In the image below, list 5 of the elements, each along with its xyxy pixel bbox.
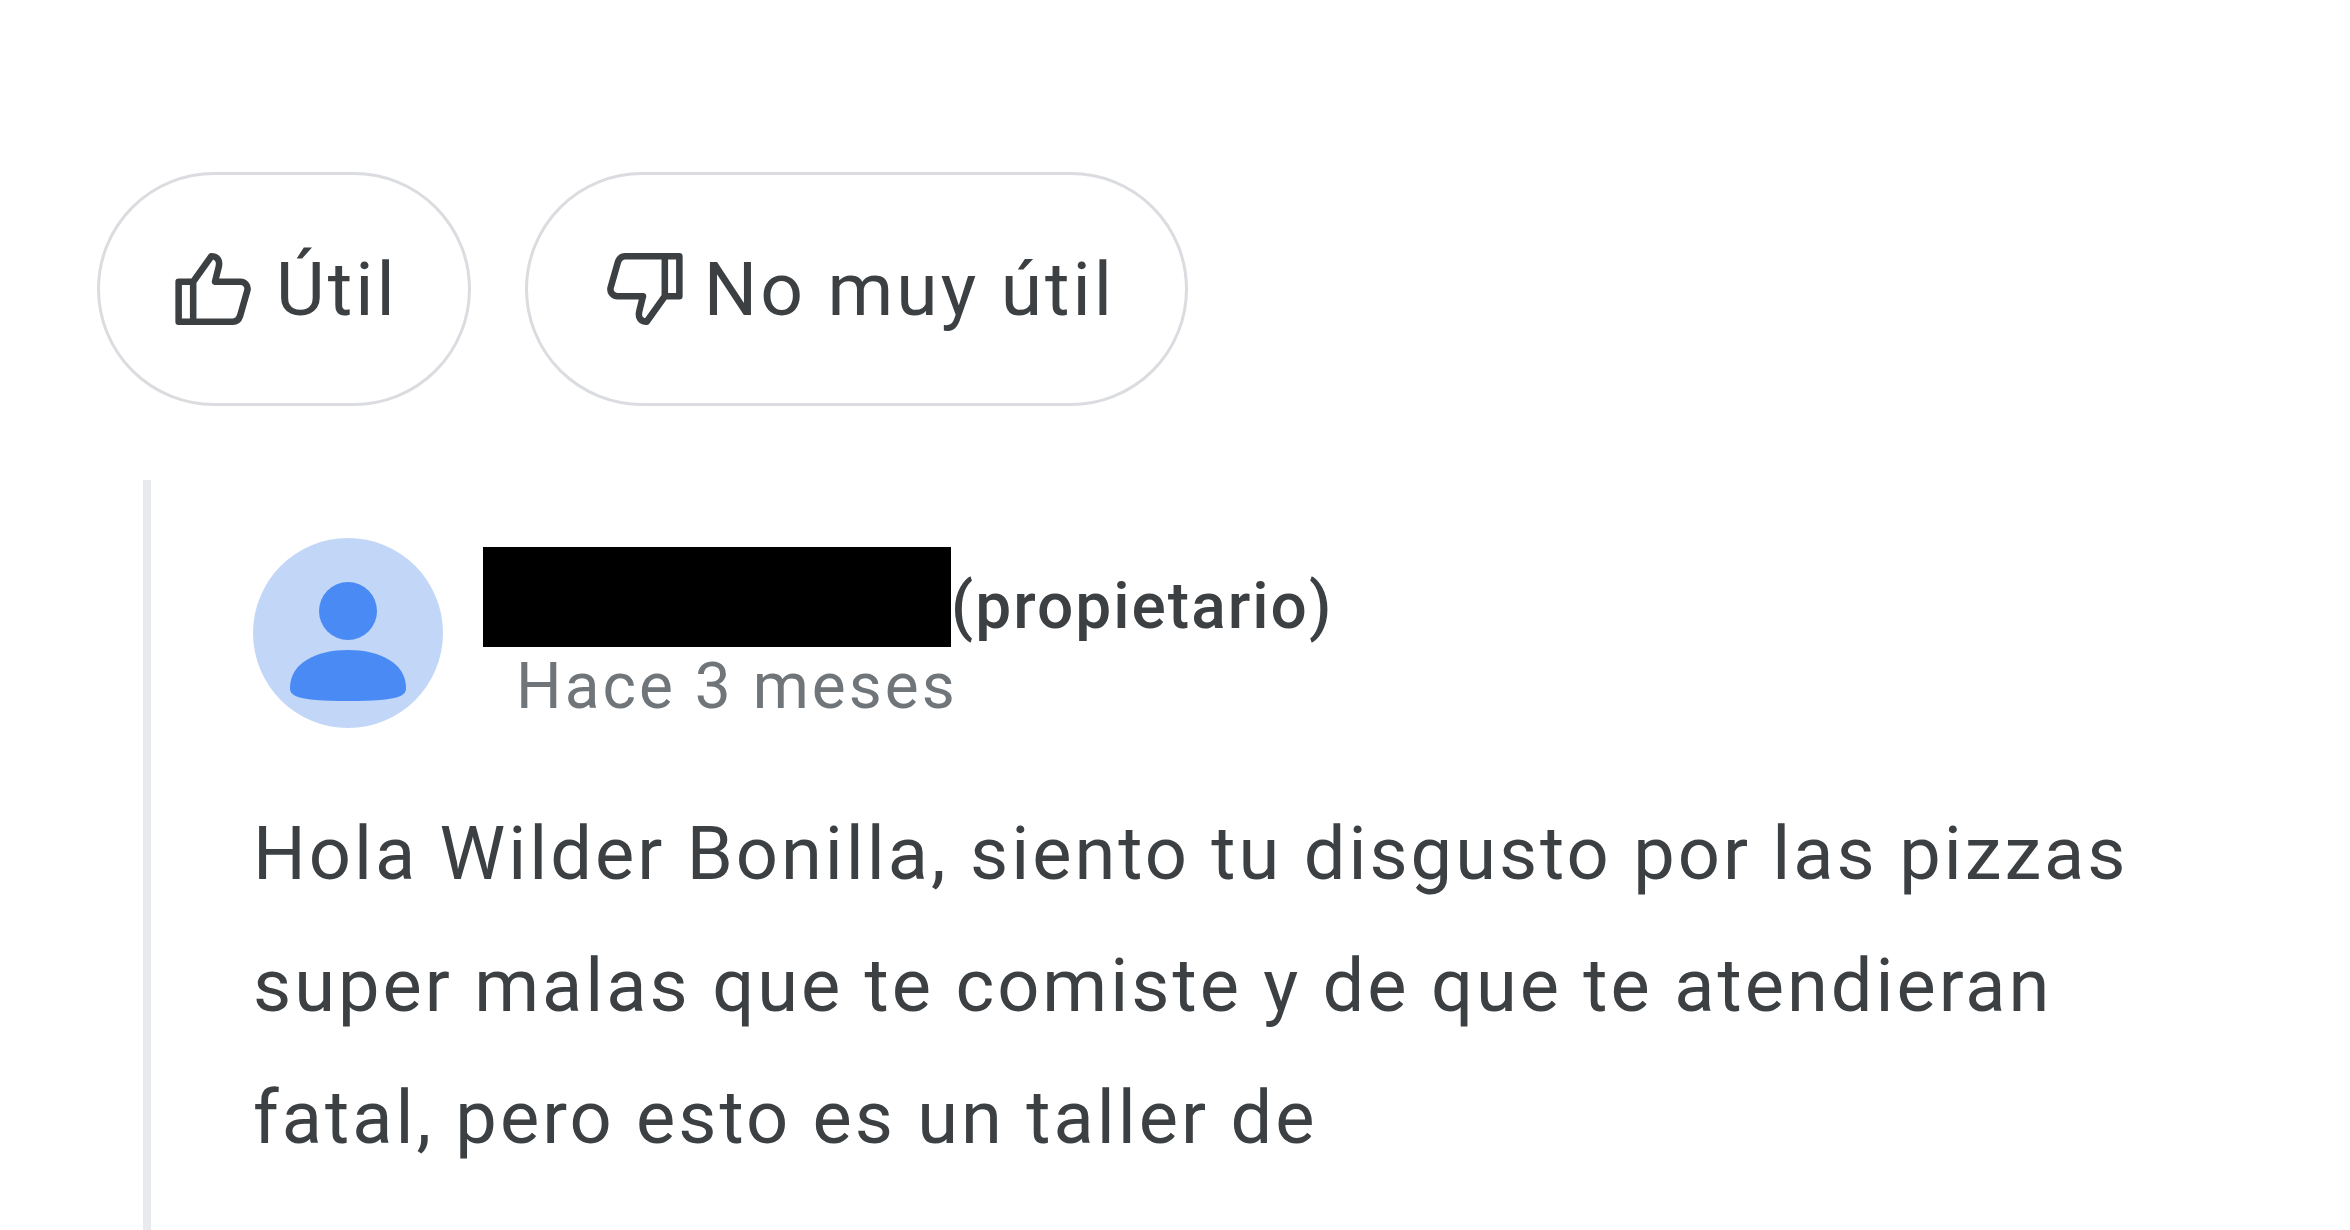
avatar-icon (253, 538, 443, 728)
not-helpful-button[interactable]: No muy útil (524, 172, 1189, 406)
reply-text: Hola Wilder Bonilla, siento tu disgusto por las pizzas super malas que te comiste y de que te atendieran fatal, pero esto es un taller de (253, 809, 2130, 1163)
reply-time: Hace 3 meses (516, 655, 959, 719)
helpful-button[interactable]: Útil (97, 172, 471, 406)
